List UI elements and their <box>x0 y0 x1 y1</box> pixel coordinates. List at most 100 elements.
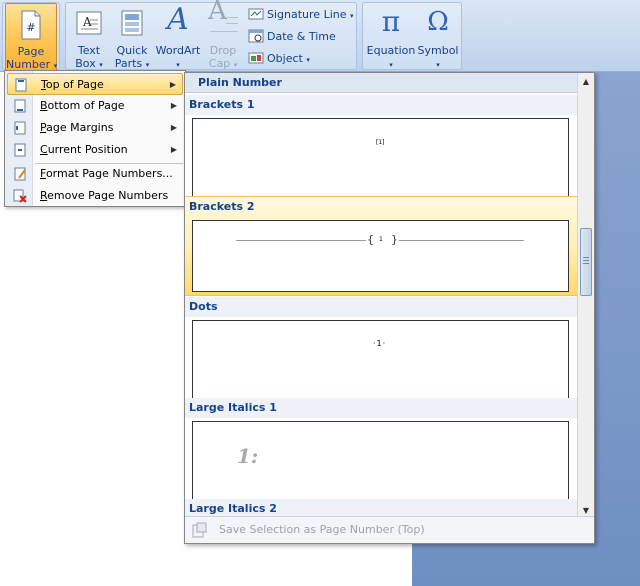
header-footer-group: # Page Number ▾ <box>2 2 60 71</box>
symbols-group: π Equation ▾ Ω Symbol ▾ <box>362 2 462 70</box>
symbol-button[interactable]: Ω Symbol ▾ <box>417 3 459 71</box>
gallery-item-preview: 1: <box>192 421 569 499</box>
menu-item-remove-page-numbers[interactable]: Remove Page Numbers <box>7 185 183 207</box>
preview-line-left <box>236 240 366 241</box>
pi-icon: π <box>381 5 401 38</box>
menu-item-page-margins[interactable]: Page Margins ▶ <box>7 117 183 139</box>
symbol-arrow: ▾ <box>417 58 459 71</box>
gallery-item-title: Large Italics 2 <box>185 499 578 517</box>
save-selection-label: Save Selection as Page Number (Top) <box>219 523 425 536</box>
remove-page-icon <box>13 189 27 203</box>
scroll-grip <box>583 263 589 264</box>
preview-brace-right: } <box>391 233 398 246</box>
page-bottom-icon <box>14 99 26 113</box>
svg-text:A: A <box>82 15 92 29</box>
page-margin-icon <box>14 121 26 135</box>
gallery-item-preview: ·1· <box>192 320 569 398</box>
save-selection-icon <box>192 522 207 538</box>
gallery-item-large-italics-1[interactable]: Large Italics 1 1: <box>185 398 578 499</box>
gallery-item-large-italics-2[interactable]: Large Italics 2 <box>185 499 578 517</box>
preview-sample: 1 <box>379 236 383 243</box>
signature-line-button[interactable]: Signature Line ▾ <box>248 5 354 25</box>
submenu-arrow-icon: ▶ <box>170 123 177 132</box>
object-button[interactable]: Object ▾ <box>248 49 310 69</box>
menu-item-label: Bottom of Page <box>40 99 125 112</box>
gallery-item-preview: [1] <box>192 118 569 196</box>
scroll-up-icon[interactable]: ▲ <box>578 73 594 90</box>
gallery-item-title: Brackets 2 <box>189 200 255 213</box>
quick-parts-label-1: Quick <box>116 44 148 57</box>
submenu-arrow-icon: ▶ <box>170 145 177 154</box>
omega-icon: Ω <box>427 7 449 37</box>
wordart-icon: A <box>167 2 189 37</box>
menu-item-current-position[interactable]: Current Position ▶ <box>7 139 183 161</box>
page-number-label-1: Page <box>17 45 45 58</box>
preview-sample: ·1· <box>373 339 387 348</box>
svg-text:#: # <box>26 21 35 34</box>
drop-cap-button[interactable]: A Drop Cap ▾ <box>204 0 242 71</box>
preview-sample: 1: <box>237 444 259 468</box>
submenu-arrow-icon: ▶ <box>170 101 177 110</box>
gallery-header: Plain Number <box>185 73 578 93</box>
menu-item-label: Current Position <box>40 143 128 156</box>
menu-item-format-page-numbers[interactable]: Format Page Numbers... <box>7 163 183 185</box>
gallery-item-dots[interactable]: Dots ·1· <box>185 297 578 398</box>
dropdown-arrow-icon: ▾ <box>99 61 103 69</box>
quick-parts-button[interactable]: Quick Parts ▾ <box>112 3 152 71</box>
text-box-icon: A <box>76 11 102 35</box>
preview-brace-left: { <box>367 233 374 246</box>
quick-parts-icon <box>121 10 143 36</box>
gallery-item-title: Dots <box>185 297 578 317</box>
gallery-item-preview: { 1 } <box>192 220 569 292</box>
scroll-grip <box>583 257 589 258</box>
gallery-item-brackets-2[interactable]: Brackets 2 { 1 } <box>185 196 578 296</box>
date-time-button[interactable]: Date & Time <box>248 27 336 47</box>
ribbon: # Page Number ▾ A Text Box ▾ Quick Parts… <box>0 0 640 72</box>
page-top-icon <box>15 78 27 92</box>
gallery-item-brackets-1[interactable]: Brackets 1 [1] <box>185 95 578 196</box>
calendar-icon <box>248 29 264 43</box>
dropdown-arrow-icon: ▾ <box>389 61 393 69</box>
page-position-icon <box>14 143 26 157</box>
text-box-label-1: Text <box>77 44 101 57</box>
signature-line-icon <box>248 8 264 20</box>
text-box-button[interactable]: A Text Box ▾ <box>70 3 108 71</box>
preview-sample: [1] <box>376 139 385 146</box>
dropdown-arrow-icon: ▾ <box>436 61 440 69</box>
gallery-item-title: Brackets 1 <box>185 95 578 115</box>
dropdown-arrow-icon: ▾ <box>233 61 238 69</box>
page-number-button[interactable]: # Page Number ▾ <box>5 3 57 71</box>
equation-button[interactable]: π Equation ▾ <box>365 3 417 71</box>
format-page-icon <box>14 167 26 181</box>
symbol-label: Symbol <box>417 44 459 57</box>
submenu-arrow-icon: ▶ <box>169 80 176 89</box>
drop-cap-label-1: Drop <box>209 44 237 57</box>
menu-item-label: Remove Page Numbers <box>40 189 169 202</box>
page-number-icon: # <box>21 10 41 40</box>
dropdown-arrow-icon: ▾ <box>176 61 180 69</box>
menu-item-label: Page Margins <box>40 121 114 134</box>
dropdown-arrow-icon: ▾ <box>306 56 310 64</box>
save-selection-button[interactable]: Save Selection as Page Number (Top) <box>185 516 594 543</box>
menu-item-bottom-of-page[interactable]: Bottom of Page ▶ <box>7 95 183 117</box>
equation-label: Equation <box>366 44 416 57</box>
page-number-menu: Top of Page ▶ Bottom of Page ▶ Page Marg… <box>4 70 186 207</box>
drop-cap-label-2: Cap ▾ <box>208 57 238 70</box>
gallery-item-title: Large Italics 1 <box>185 398 578 418</box>
menu-item-top-of-page[interactable]: Top of Page ▶ <box>7 73 183 95</box>
drop-cap-icon: A <box>208 0 238 37</box>
equation-arrow: ▾ <box>365 58 417 71</box>
dropdown-arrow-icon: ▾ <box>350 12 354 20</box>
gallery-body: Brackets 1 [1] Brackets 2 { 1 } Dots ·1· <box>185 93 578 517</box>
dropdown-arrow-icon: ▾ <box>145 61 150 69</box>
gallery-scrollbar[interactable]: ▲ ▼ <box>577 73 594 519</box>
page-number-gallery: Plain Number Brackets 1 [1] Brackets 2 {… <box>184 72 595 544</box>
wordart-button[interactable]: A WordArt ▾ <box>154 3 202 71</box>
dropdown-arrow-icon: ▾ <box>53 62 58 70</box>
preview-line-right <box>399 240 524 241</box>
object-icon <box>248 52 264 64</box>
wordart-label: WordArt <box>155 44 201 57</box>
menu-item-label: Top of Page <box>41 78 104 91</box>
menu-item-label: Format Page Numbers... <box>40 167 173 180</box>
scroll-thumb[interactable] <box>580 228 592 296</box>
